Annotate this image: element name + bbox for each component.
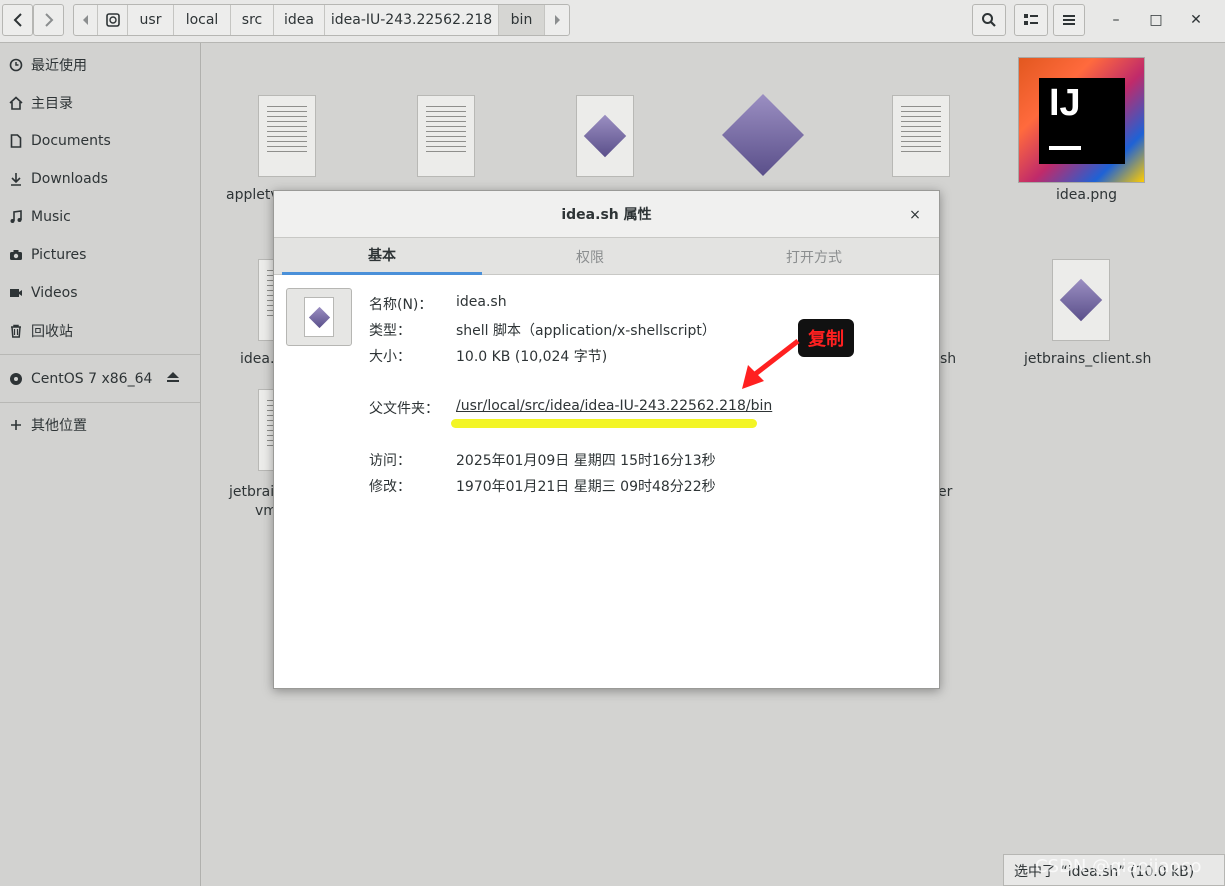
- forward-button[interactable]: [33, 4, 64, 36]
- sidebar-item-label: Documents: [31, 133, 111, 149]
- music-icon: [8, 209, 24, 225]
- dialog-title: idea.sh 属性: [274, 191, 939, 238]
- parent-folder-link[interactable]: /usr/local/src/idea/idea-IU-243.22562.21…: [456, 398, 772, 414]
- size-label: 大小：: [369, 349, 411, 365]
- tab-permissions[interactable]: 权限: [490, 238, 690, 275]
- camera-icon: [8, 247, 24, 263]
- trash-icon: [8, 323, 24, 339]
- sidebar-item-label: 回收站: [31, 324, 73, 340]
- name-label: 名称(N)：: [369, 297, 433, 313]
- chevron-right-icon: [44, 13, 53, 27]
- file-icon-shell-large[interactable]: [720, 91, 806, 179]
- accessed-value: 2025年01月09日 星期四 15时16分13秒: [456, 453, 716, 469]
- sidebar-item-label: 最近使用: [31, 58, 87, 74]
- search-button[interactable]: [972, 4, 1006, 36]
- sidebar-item-label: Downloads: [31, 171, 108, 187]
- video-icon: [8, 285, 24, 301]
- sidebar-item-music[interactable]: Music: [0, 202, 200, 232]
- breadcrumb-bin[interactable]: bin: [499, 5, 545, 35]
- modified-label: 修改：: [369, 479, 411, 495]
- document-icon: [8, 133, 24, 149]
- sidebar-separator: [0, 402, 200, 403]
- breadcrumb-scroll-left[interactable]: [74, 5, 98, 35]
- highlight-underline: [451, 419, 757, 428]
- sidebar-item-pictures[interactable]: Pictures: [0, 240, 200, 270]
- clock-icon: [8, 57, 24, 73]
- header-bar: usr local src idea idea-IU-243.22562.218…: [0, 0, 1225, 43]
- disc-icon: [8, 371, 24, 387]
- download-icon: [8, 171, 24, 187]
- sidebar-item-other-locations[interactable]: 其他位置: [0, 410, 200, 440]
- file-icon-text[interactable]: [892, 95, 950, 177]
- maximize-button[interactable]: □: [1141, 6, 1171, 34]
- sidebar-item-label: 其他位置: [31, 418, 87, 434]
- sidebar-item-home[interactable]: 主目录: [0, 88, 200, 118]
- breadcrumb: usr local src idea idea-IU-243.22562.218…: [73, 4, 570, 36]
- menu-button[interactable]: [1053, 4, 1085, 36]
- view-toggle-button[interactable]: [1014, 4, 1048, 36]
- chevron-left-icon: [13, 13, 22, 27]
- list-view-icon: [1024, 14, 1038, 25]
- sidebar: 最近使用 主目录 Documents Downloads Music Pictu…: [0, 43, 201, 886]
- minimize-button[interactable]: –: [1101, 6, 1131, 34]
- search-icon: [982, 13, 996, 27]
- file-label: sh: [940, 351, 957, 367]
- idea-png-thumbnail[interactable]: IJ: [1018, 57, 1145, 183]
- drive-icon: [105, 13, 120, 27]
- breadcrumb-local[interactable]: local: [174, 5, 231, 35]
- sidebar-item-downloads[interactable]: Downloads: [0, 164, 200, 194]
- file-icon-text[interactable]: [417, 95, 475, 177]
- accessed-label: 访问：: [369, 453, 411, 469]
- breadcrumb-root[interactable]: [98, 5, 128, 35]
- annotation-arrow-icon: [742, 339, 800, 389]
- file-icon-appletv[interactable]: [258, 95, 316, 177]
- sidebar-item-documents[interactable]: Documents: [0, 126, 200, 156]
- plus-icon: [8, 417, 24, 433]
- tab-open-with[interactable]: 打开方式: [714, 238, 914, 275]
- watermark: CSDN @qiaojiaoco: [1035, 856, 1202, 877]
- intellij-logo-icon: IJ: [1039, 78, 1125, 164]
- file-icon-jetbrains-client[interactable]: [1052, 259, 1110, 341]
- file-label: er: [938, 484, 953, 500]
- back-button[interactable]: [2, 4, 33, 36]
- tab-basic[interactable]: 基本: [282, 238, 482, 275]
- type-label: 类型：: [369, 323, 411, 339]
- properties-dialog: idea.sh 属性 × 基本 权限 打开方式 名称(N)： idea.sh 类…: [273, 190, 940, 689]
- close-window-button[interactable]: ✕: [1181, 6, 1211, 34]
- file-icon-shell[interactable]: [576, 95, 634, 177]
- hamburger-menu-icon: [1063, 15, 1075, 25]
- sidebar-separator: [0, 354, 200, 355]
- file-label: appletv: [226, 187, 279, 203]
- file-label: idea.png: [1056, 187, 1118, 203]
- sidebar-item-videos[interactable]: Videos: [0, 278, 200, 308]
- sidebar-item-centos[interactable]: CentOS 7 x86_64: [0, 364, 200, 394]
- breadcrumb-src[interactable]: src: [231, 5, 274, 35]
- breadcrumb-idea-version[interactable]: idea-IU-243.22562.218: [325, 5, 499, 35]
- breadcrumb-idea[interactable]: idea: [274, 5, 325, 35]
- sidebar-item-label: CentOS 7 x86_64: [31, 371, 153, 387]
- home-icon: [8, 95, 24, 111]
- dialog-tabs: 基本 权限 打开方式: [274, 238, 939, 275]
- file-type-icon[interactable]: [286, 288, 352, 346]
- chevron-left-small-icon: [82, 15, 88, 25]
- breadcrumb-scroll-right[interactable]: [545, 5, 569, 35]
- parent-folder-label: 父文件夹：: [369, 401, 439, 417]
- sidebar-item-trash[interactable]: 回收站: [0, 316, 200, 346]
- name-value[interactable]: idea.sh: [456, 294, 507, 310]
- modified-value: 1970年01月21日 星期三 09时48分22秒: [456, 479, 716, 495]
- chevron-right-small-icon: [555, 15, 560, 25]
- breadcrumb-usr[interactable]: usr: [128, 5, 174, 35]
- sidebar-item-label: 主目录: [31, 96, 73, 112]
- copy-annotation-badge: 复制: [798, 319, 854, 357]
- sidebar-item-label: Videos: [31, 285, 78, 301]
- eject-icon[interactable]: [166, 371, 180, 387]
- file-label: jetbrains_client.sh: [1024, 351, 1152, 367]
- sidebar-item-recent[interactable]: 最近使用: [0, 50, 200, 80]
- sidebar-item-label: Music: [31, 209, 71, 225]
- sidebar-item-label: Pictures: [31, 247, 87, 263]
- dialog-close-button[interactable]: ×: [905, 205, 925, 225]
- size-value: 10.0 KB (10,024 字节): [456, 349, 608, 365]
- type-value: shell 脚本（application/x-shellscript）: [456, 323, 716, 339]
